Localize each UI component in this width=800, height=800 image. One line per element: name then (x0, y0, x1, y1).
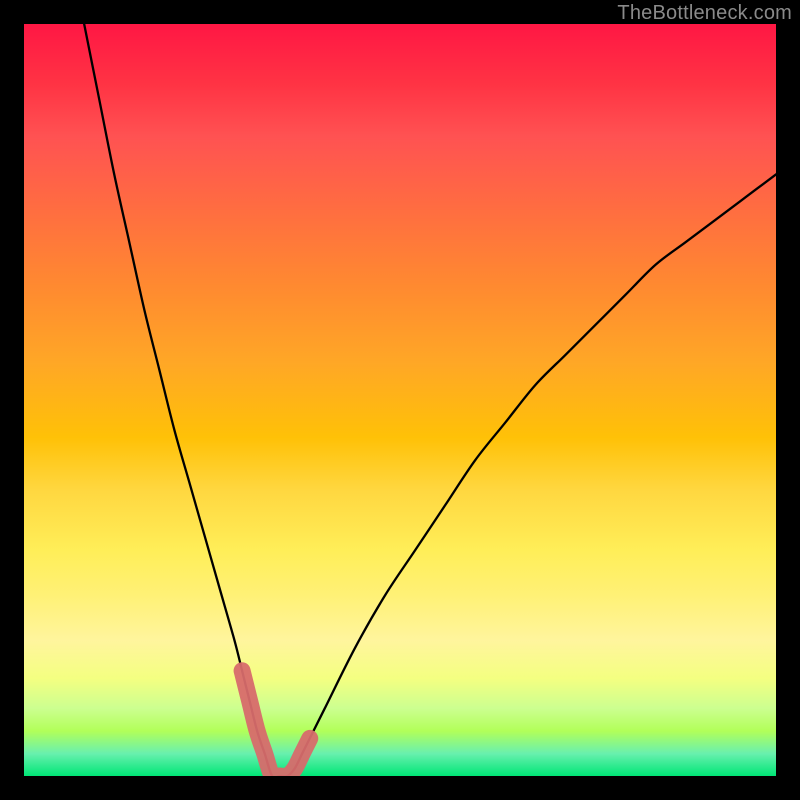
curve-layer (24, 24, 776, 776)
chart-frame: TheBottleneck.com (0, 0, 800, 800)
watermark-text: TheBottleneck.com (617, 2, 792, 25)
highlight-band (242, 671, 310, 776)
plot-area (24, 24, 776, 776)
bottleneck-curve (84, 24, 776, 776)
